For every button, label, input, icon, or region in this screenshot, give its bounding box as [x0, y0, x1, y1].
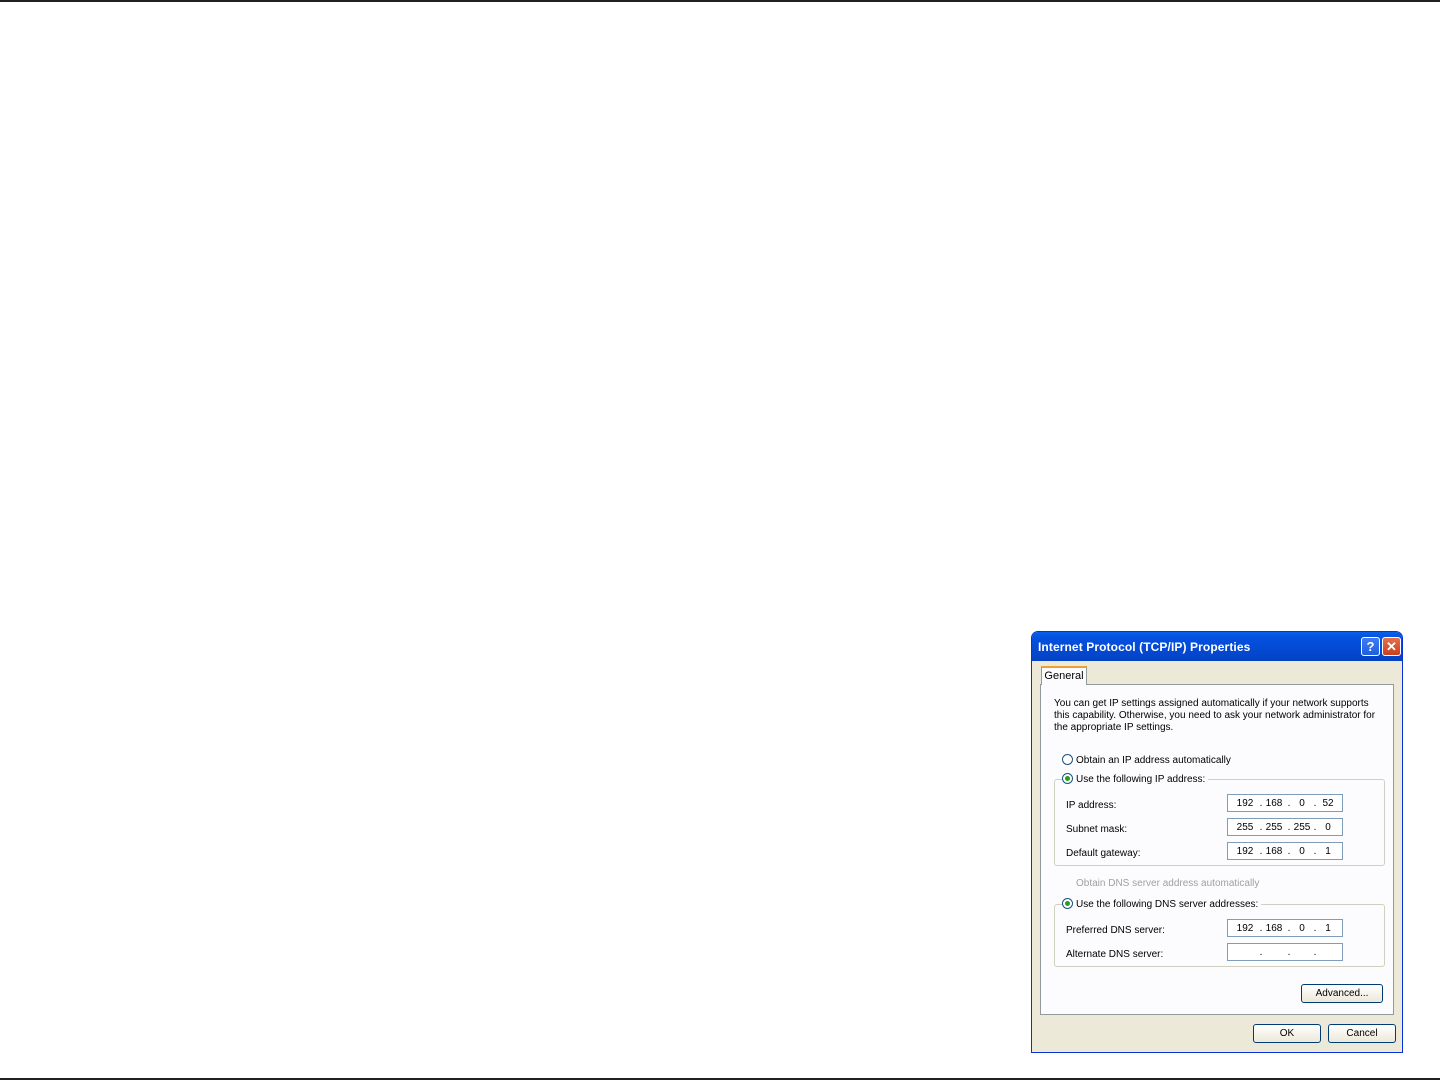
alternate-dns-input[interactable]: . . .	[1227, 943, 1343, 961]
ok-button[interactable]: OK	[1253, 1024, 1321, 1043]
subnet-mask-input[interactable]: 255. 255. 255. 0	[1227, 818, 1343, 836]
top-rule	[0, 0, 1440, 2]
help-button[interactable]: ?	[1361, 637, 1380, 656]
close-button[interactable]: ✕	[1382, 637, 1401, 656]
bottom-rule	[0, 1078, 1440, 1080]
radio-label: Use the following DNS server addresses:	[1076, 899, 1259, 910]
subnet-mask-label: Subnet mask:	[1066, 824, 1128, 835]
preferred-dns-input[interactable]: 192. 168. 0. 1	[1227, 919, 1343, 937]
ip-address-label: IP address:	[1066, 800, 1117, 811]
alternate-dns-label: Alternate DNS server:	[1066, 949, 1164, 960]
radio-use-following-dns[interactable]: Use the following DNS server addresses:	[1062, 898, 1262, 910]
dns-server-group: Preferred DNS server: 192. 168. 0. 1 Alt…	[1054, 904, 1385, 967]
tcpip-properties-dialog: Internet Protocol (TCP/IP) Properties ? …	[1031, 631, 1403, 1053]
default-gateway-label: Default gateway:	[1066, 848, 1141, 859]
description-text: You can get IP settings assigned automat…	[1054, 698, 1376, 733]
title-bar[interactable]: Internet Protocol (TCP/IP) Properties ? …	[1032, 632, 1402, 661]
radio-unchecked-icon[interactable]	[1062, 754, 1073, 765]
radio-label: Obtain an IP address automatically	[1076, 755, 1231, 766]
tab-general[interactable]: General	[1041, 666, 1087, 685]
general-tab-panel: You can get IP settings assigned automat…	[1040, 684, 1394, 1015]
radio-checked-icon[interactable]	[1062, 898, 1073, 909]
dialog-title: Internet Protocol (TCP/IP) Properties	[1038, 640, 1251, 654]
advanced-button[interactable]: Advanced...	[1301, 984, 1383, 1003]
radio-checked-icon[interactable]	[1062, 773, 1073, 784]
radio-obtain-ip-automatically[interactable]: Obtain an IP address automatically	[1062, 754, 1231, 766]
radio-use-following-ip[interactable]: Use the following IP address:	[1062, 773, 1209, 785]
ip-address-input[interactable]: 192. 168. 0. 52	[1227, 794, 1343, 812]
cancel-button[interactable]: Cancel	[1328, 1024, 1396, 1043]
radio-label: Obtain DNS server address automatically	[1076, 878, 1260, 889]
default-gateway-input[interactable]: 192. 168. 0. 1	[1227, 842, 1343, 860]
ip-address-group: IP address: 192. 168. 0. 52 Subnet mask:…	[1054, 779, 1385, 866]
preferred-dns-label: Preferred DNS server:	[1066, 925, 1165, 936]
radio-obtain-dns-automatically: Obtain DNS server address automatically	[1076, 878, 1259, 889]
radio-label: Use the following IP address:	[1076, 774, 1206, 785]
